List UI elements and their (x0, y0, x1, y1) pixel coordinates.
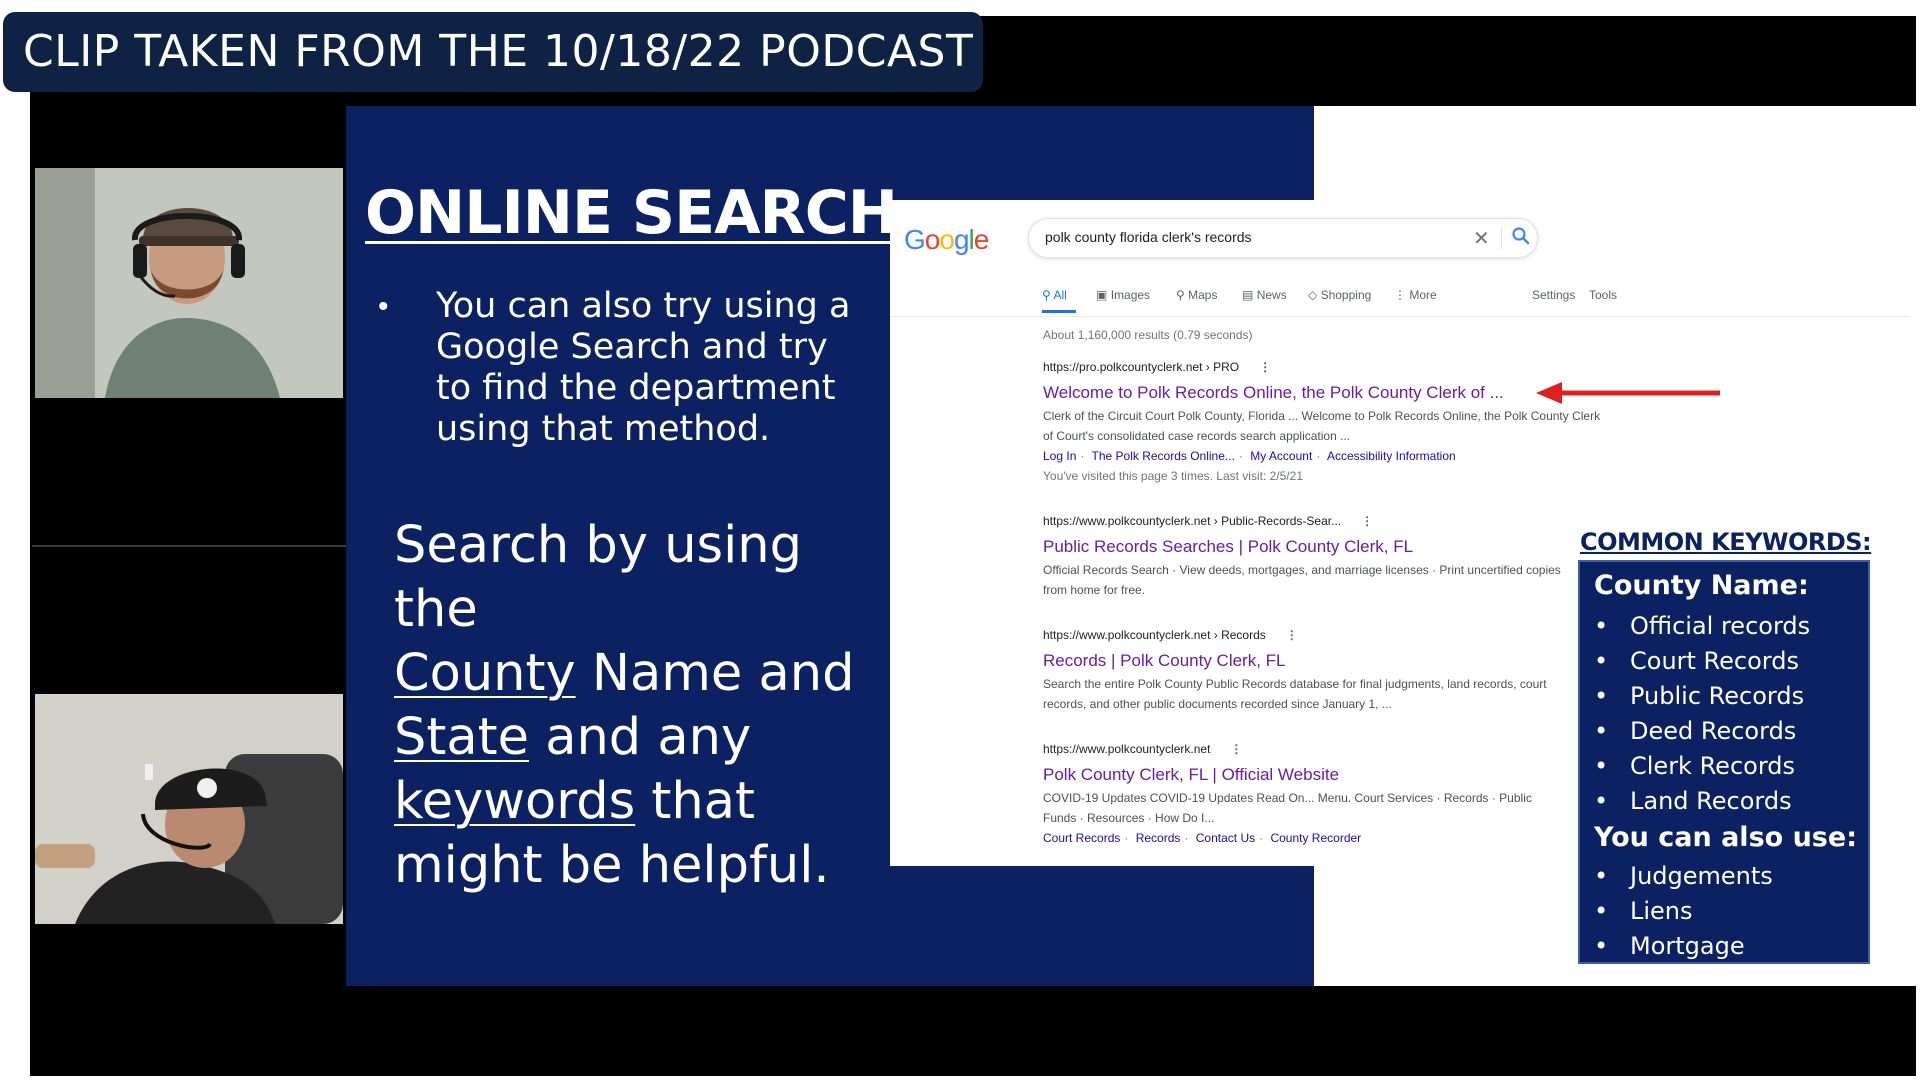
search-result-2: https://www.polkcountyclerk.net › Public… (1043, 514, 1568, 600)
tab-shopping[interactable]: ◇ Shopping (1308, 288, 1371, 302)
county-name-label: County Name: (1594, 570, 1809, 601)
result-snippet: Clerk of the Circuit Court Polk County, … (1043, 409, 1601, 443)
county-keyword: County (394, 644, 576, 703)
slide-bullet-text: You can also try using a Google Search a… (436, 286, 851, 449)
sitelink[interactable]: Accessibility Information (1327, 449, 1456, 463)
more-dots-icon: ⋮ (1394, 288, 1406, 302)
tab-all[interactable]: ⚲ All (1042, 288, 1067, 302)
state-keyword: State (394, 708, 529, 767)
more-options-icon[interactable]: ⋮ (1259, 360, 1271, 374)
keyword-item: • Court Records (1594, 647, 1799, 675)
webcam-divider (32, 545, 346, 547)
search-result-4: https://www.polkcountyclerk.net ⋮ Polk Co… (1043, 742, 1568, 848)
image-icon: ▣ (1096, 288, 1108, 302)
tab-images[interactable]: ▣ Images (1096, 288, 1150, 302)
tag-icon: ◇ (1308, 288, 1318, 302)
result-url: https://www.polkcountyclerk.net › Public… (1043, 514, 1374, 528)
keyword-item: • Clerk Records (1594, 752, 1796, 780)
result-stats: About 1,160,000 results (0.79 seconds) (1043, 328, 1253, 342)
keywords-keyword: keywords (394, 772, 636, 831)
sitelink[interactable]: Court Records (1043, 831, 1120, 845)
search-instruction: Search by using the County Name and Stat… (394, 514, 884, 898)
clear-icon[interactable]: ✕ (1473, 226, 1490, 251)
result-title-link[interactable]: Public Records Searches | Polk County Cl… (1043, 536, 1568, 558)
search-icon[interactable] (1510, 225, 1532, 247)
sitelink[interactable]: Records (1136, 831, 1181, 845)
sitelink[interactable]: County Recorder (1270, 831, 1361, 845)
google-tab-bar: ⚲ All ▣ Images ⚲ Maps ▤ News ◇ Shopping … (1042, 288, 1902, 313)
result-title-link[interactable]: Welcome to Polk Records Online, the Polk… (1043, 382, 1603, 404)
sitelink[interactable]: Log In (1043, 449, 1076, 463)
sitelink[interactable]: Contact Us (1196, 831, 1255, 845)
keyword-item: • Land Records (1594, 787, 1792, 815)
result-url: https://www.polkcountyclerk.net › Record… (1043, 628, 1298, 642)
person-2-image (35, 694, 343, 924)
tab-divider (890, 316, 1910, 317)
search-text-3: and any (529, 708, 752, 767)
webcam-host-1 (35, 168, 343, 398)
more-options-icon[interactable]: ⋮ (1361, 514, 1373, 528)
keyword-item: • Deed Records (1594, 717, 1797, 745)
keyword-item: • Mortgage (1594, 932, 1745, 960)
result-title-link[interactable]: Records | Polk County Clerk, FL (1043, 650, 1568, 672)
keywords-box: County Name: • Official records • Court Re… (1578, 560, 1870, 964)
result-snippet: Official Records Search · View deeds, mo… (1043, 563, 1561, 597)
result-title-link[interactable]: Polk County Clerk, FL | Official Website (1043, 764, 1568, 786)
tab-maps[interactable]: ⚲ Maps (1176, 288, 1217, 302)
keyword-item: • Public Records (1594, 682, 1805, 710)
news-icon: ▤ (1242, 288, 1254, 302)
search-separator (1501, 227, 1502, 249)
tools-link[interactable]: Tools (1589, 288, 1617, 302)
map-pin-icon: ⚲ (1176, 288, 1185, 302)
clip-banner: CLIP TAKEN FROM THE 10/18/22 PODCAST (3, 12, 983, 92)
red-arrow-icon (1536, 382, 1720, 404)
keywords-heading: COMMON KEYWORDS: (1580, 528, 1872, 556)
sitelink[interactable]: My Account (1250, 449, 1312, 463)
result-url: https://pro.polkcountyclerk.net › PRO ⋮ (1043, 360, 1272, 374)
slide-title: ONLINE SEARCH: (365, 178, 921, 248)
search-query-input[interactable]: polk county florida clerk's records (1045, 229, 1252, 245)
active-tab-indicator (1042, 310, 1076, 313)
keyword-item: • Official records (1594, 612, 1811, 640)
google-search-box[interactable]: polk county florida clerk's records ✕ (1028, 218, 1538, 258)
magnifier-icon: ⚲ (1042, 288, 1051, 302)
search-result-3: https://www.polkcountyclerk.net › Record… (1043, 628, 1568, 714)
also-use-label: You can also use: (1594, 822, 1857, 853)
search-text-1: Search by using the (394, 516, 802, 639)
google-logo[interactable]: Google (904, 224, 989, 256)
person-1-image (35, 168, 343, 398)
visited-note: You've visited this page 3 times. Last v… (1043, 469, 1303, 483)
sitelink[interactable]: The Polk Records Online... (1092, 449, 1235, 463)
keyword-item: • Judgements (1594, 862, 1773, 890)
keyword-item: • Liens (1594, 897, 1693, 925)
webcam-host-2 (35, 694, 343, 924)
sitelinks: Log In · The Polk Records Online... · My A… (1043, 449, 1456, 463)
more-options-icon[interactable]: ⋮ (1286, 628, 1298, 642)
result-snippet: COVID-19 Updates COVID-19 Updates Read O… (1043, 791, 1532, 825)
bullet-glyph: • (378, 290, 389, 323)
tab-news[interactable]: ▤ News (1242, 288, 1287, 302)
settings-link[interactable]: Settings (1532, 288, 1575, 302)
more-options-icon[interactable]: ⋮ (1230, 742, 1242, 756)
tab-more[interactable]: ⋮ More (1394, 288, 1437, 302)
search-text-2: Name and (575, 644, 855, 703)
sitelinks: Court Records · Records · Contact Us · Coun… (1043, 831, 1362, 845)
result-url: https://www.polkcountyclerk.net ⋮ (1043, 742, 1243, 756)
result-snippet: Search the entire Polk County Public Rec… (1043, 677, 1547, 711)
search-result-1: https://pro.polkcountyclerk.net › PRO ⋮ W… (1043, 360, 1603, 486)
